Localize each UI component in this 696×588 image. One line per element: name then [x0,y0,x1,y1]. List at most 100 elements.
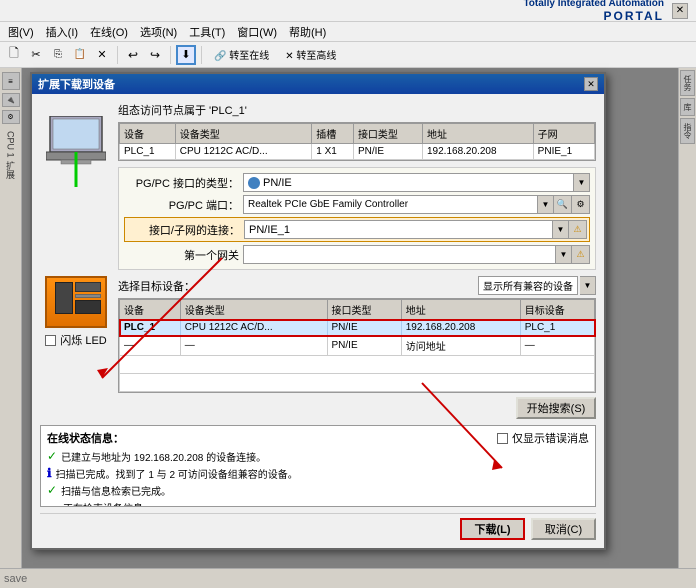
status-icon-2: ℹ [47,466,52,480]
menu-item-view[interactable]: 图(V) [2,22,40,42]
toolbar-btn-cut[interactable]: ✂ [26,45,46,65]
status-icon-3: ✓ [47,483,57,497]
tia-brand-title: Totally Integrated Automation [523,0,664,9]
target-r2-iface: PN/IE [327,336,401,356]
toolbar-btn-download[interactable]: ⬇ [176,45,196,65]
status-item-4: → 正在检索设备信息... [47,500,589,507]
download-btn[interactable]: 下载(L) [460,518,525,540]
top-row-device: PLC_1 [120,144,176,160]
menu-bar: 图(V) 插入(I) 在线(O) 选项(N) 工具(T) 窗口(W) 帮助(H) [0,22,696,42]
menu-item-insert[interactable]: 插入(I) [40,22,84,42]
subnet-btn[interactable]: ⚠ [569,220,587,239]
show-errors-label: 仅显示错误消息 [512,430,589,446]
gateway-btn[interactable]: ⚠ [572,245,590,264]
toolbar-btn-new[interactable]: 🗋 [4,45,24,65]
status-section: 在线状态信息： 仅显示错误消息 ✓ 已建立与地址为 192.168.20.208… [40,425,596,507]
target-r2-target: — [520,336,594,356]
toolbar-sep-2 [170,46,171,64]
status-item-2: ℹ 扫描已完成。找到了 1 与 2 可访问设备组兼容的设备。 [47,466,589,481]
sidebar-icon-1[interactable]: ≡ [2,72,20,90]
dialog-buttons: 下载(L) 取消(C) [40,513,596,540]
search-btn[interactable]: 开始搜索(S) [516,397,596,419]
pgpc-port-btn-2[interactable]: ⚙ [572,195,590,214]
toolbar-btn-copy[interactable]: ⎘ [48,45,68,65]
pgpc-port-btn-1[interactable]: 🔍 [554,195,572,214]
right-tab-3[interactable]: 指令 [680,118,695,144]
top-row-iface: PN/IE [353,144,422,160]
toolbar-btn-undo[interactable]: ↩ [123,45,143,65]
target-table-container: 设备 设备类型 接口类型 地址 目标设备 [118,298,596,393]
toolbar-btn-delete[interactable]: ✕ [92,45,112,65]
subnet-label: 接口/子网的连接： [127,222,240,238]
target-r1-iface: PN/IE [327,320,401,336]
target-row-1[interactable]: PLC_1 CPU 1212C AC/D... PN/IE 192.168.20… [120,320,595,336]
status-icon-1: ✓ [47,449,57,463]
pgpc-iface-input[interactable]: PN/IE [243,173,574,192]
target-r1-device: PLC_1 [120,320,181,336]
subnet-value: PN/IE_1 [249,224,290,236]
toolbar-btn-redo[interactable]: ↪ [145,45,165,65]
toolbar-btn-go-online[interactable]: 🔗 转至在线 [207,45,276,65]
sidebar-icon-3[interactable]: ⚙ [2,110,20,124]
col-type: 设备类型 [175,124,311,144]
subnet-dropdown[interactable]: ▼ [553,220,569,239]
target-r1-type: CPU 1212C AC/D... [180,320,327,336]
cancel-btn[interactable]: 取消(C) [531,518,596,540]
subnet-input[interactable]: PN/IE_1 [244,220,553,239]
sidebar-label-cpu: CPU 1 [6,131,16,158]
toolbar-btn-go-offline[interactable]: ✕ 转至高线 [278,45,343,65]
status-title: 在线状态信息： [47,430,124,446]
gateway-input[interactable] [243,245,556,264]
target-col-iface: 接口类型 [327,300,401,320]
pgpc-port-input[interactable]: Realtek PCIe GbE Family Controller [243,195,538,214]
dialog-close-btn[interactable]: ✕ [584,77,598,91]
target-row-empty-2[interactable] [120,374,595,392]
tia-brand: Totally Integrated Automation PORTAL [523,0,664,23]
menu-item-online[interactable]: 在线(O) [84,22,134,42]
target-col-type: 设备类型 [180,300,327,320]
window-close-btn[interactable]: ✕ [672,3,688,19]
display-select[interactable]: 显示所有兼容的设备 [478,276,578,295]
menu-item-help[interactable]: 帮助(H) [283,22,332,42]
gateway-label: 第一个网关 [124,247,239,263]
status-icon-4: → [47,500,59,507]
right-tab-1[interactable]: 任务 [680,70,695,96]
plc-device-area: 闪烁 LED [40,276,112,419]
target-col-device: 设备 [120,300,181,320]
toolbar-sep-3 [201,46,202,64]
col-device: 设备 [120,124,176,144]
sidebar-label-expand: 扩展 [4,161,17,179]
col-slot: 插槽 [312,124,354,144]
target-row-empty-1[interactable] [120,356,595,374]
top-table-row-1[interactable]: PLC_1 CPU 1212C AC/D... 1 X1 PN/IE 192.1… [120,144,595,160]
pgpc-iface-dropdown[interactable]: ▼ [574,173,590,192]
menu-item-window[interactable]: 窗口(W) [231,22,283,42]
pgpc-port-label: PG/PC 端口： [124,197,239,213]
sidebar-icon-2[interactable]: 🔌 [2,93,20,107]
target-row-2[interactable]: — — PN/IE 访问地址 — [120,336,595,356]
gateway-dropdown[interactable]: ▼ [556,245,572,264]
target-r2-addr: 访问地址 [401,336,520,356]
pgpc-port-dropdown[interactable]: ▼ [538,195,554,214]
menu-item-options[interactable]: 选项(N) [134,22,183,42]
target-col-addr: 地址 [401,300,520,320]
display-dropdown[interactable]: ▼ [580,276,596,295]
flash-led-checkbox[interactable] [45,335,56,346]
top-table-container: 设备 设备类型 插槽 接口类型 地址 子网 [118,122,596,161]
status-text-1: 已建立与地址为 192.168.20.208 的设备连接。 [61,449,266,464]
group-label: 组态访问节点属于 'PLC_1' [118,102,596,118]
status-item-3: ✓ 扫描与信息检索已完成。 [47,483,589,498]
tia-brand-portal: PORTAL [523,9,664,23]
show-errors-checkbox[interactable] [497,433,508,444]
target-r1-addr: 192.168.20.208 [401,320,520,336]
status-text-2: 扫描已完成。找到了 1 与 2 可访问设备组兼容的设备。 [56,466,298,481]
right-tab-2[interactable]: 库 [680,98,695,116]
flash-led-label: 闪烁 LED [60,332,106,348]
target-section-label: 选择目标设备： [118,278,195,294]
toolbar-btn-paste[interactable]: 📋 [70,45,90,65]
right-panel: 任务 库 指令 [678,68,696,568]
menu-item-tools[interactable]: 工具(T) [183,22,231,42]
target-r2-device: — [120,336,181,356]
top-row-slot: 1 X1 [312,144,354,160]
pgpc-port-value: Realtek PCIe GbE Family Controller [248,199,408,210]
